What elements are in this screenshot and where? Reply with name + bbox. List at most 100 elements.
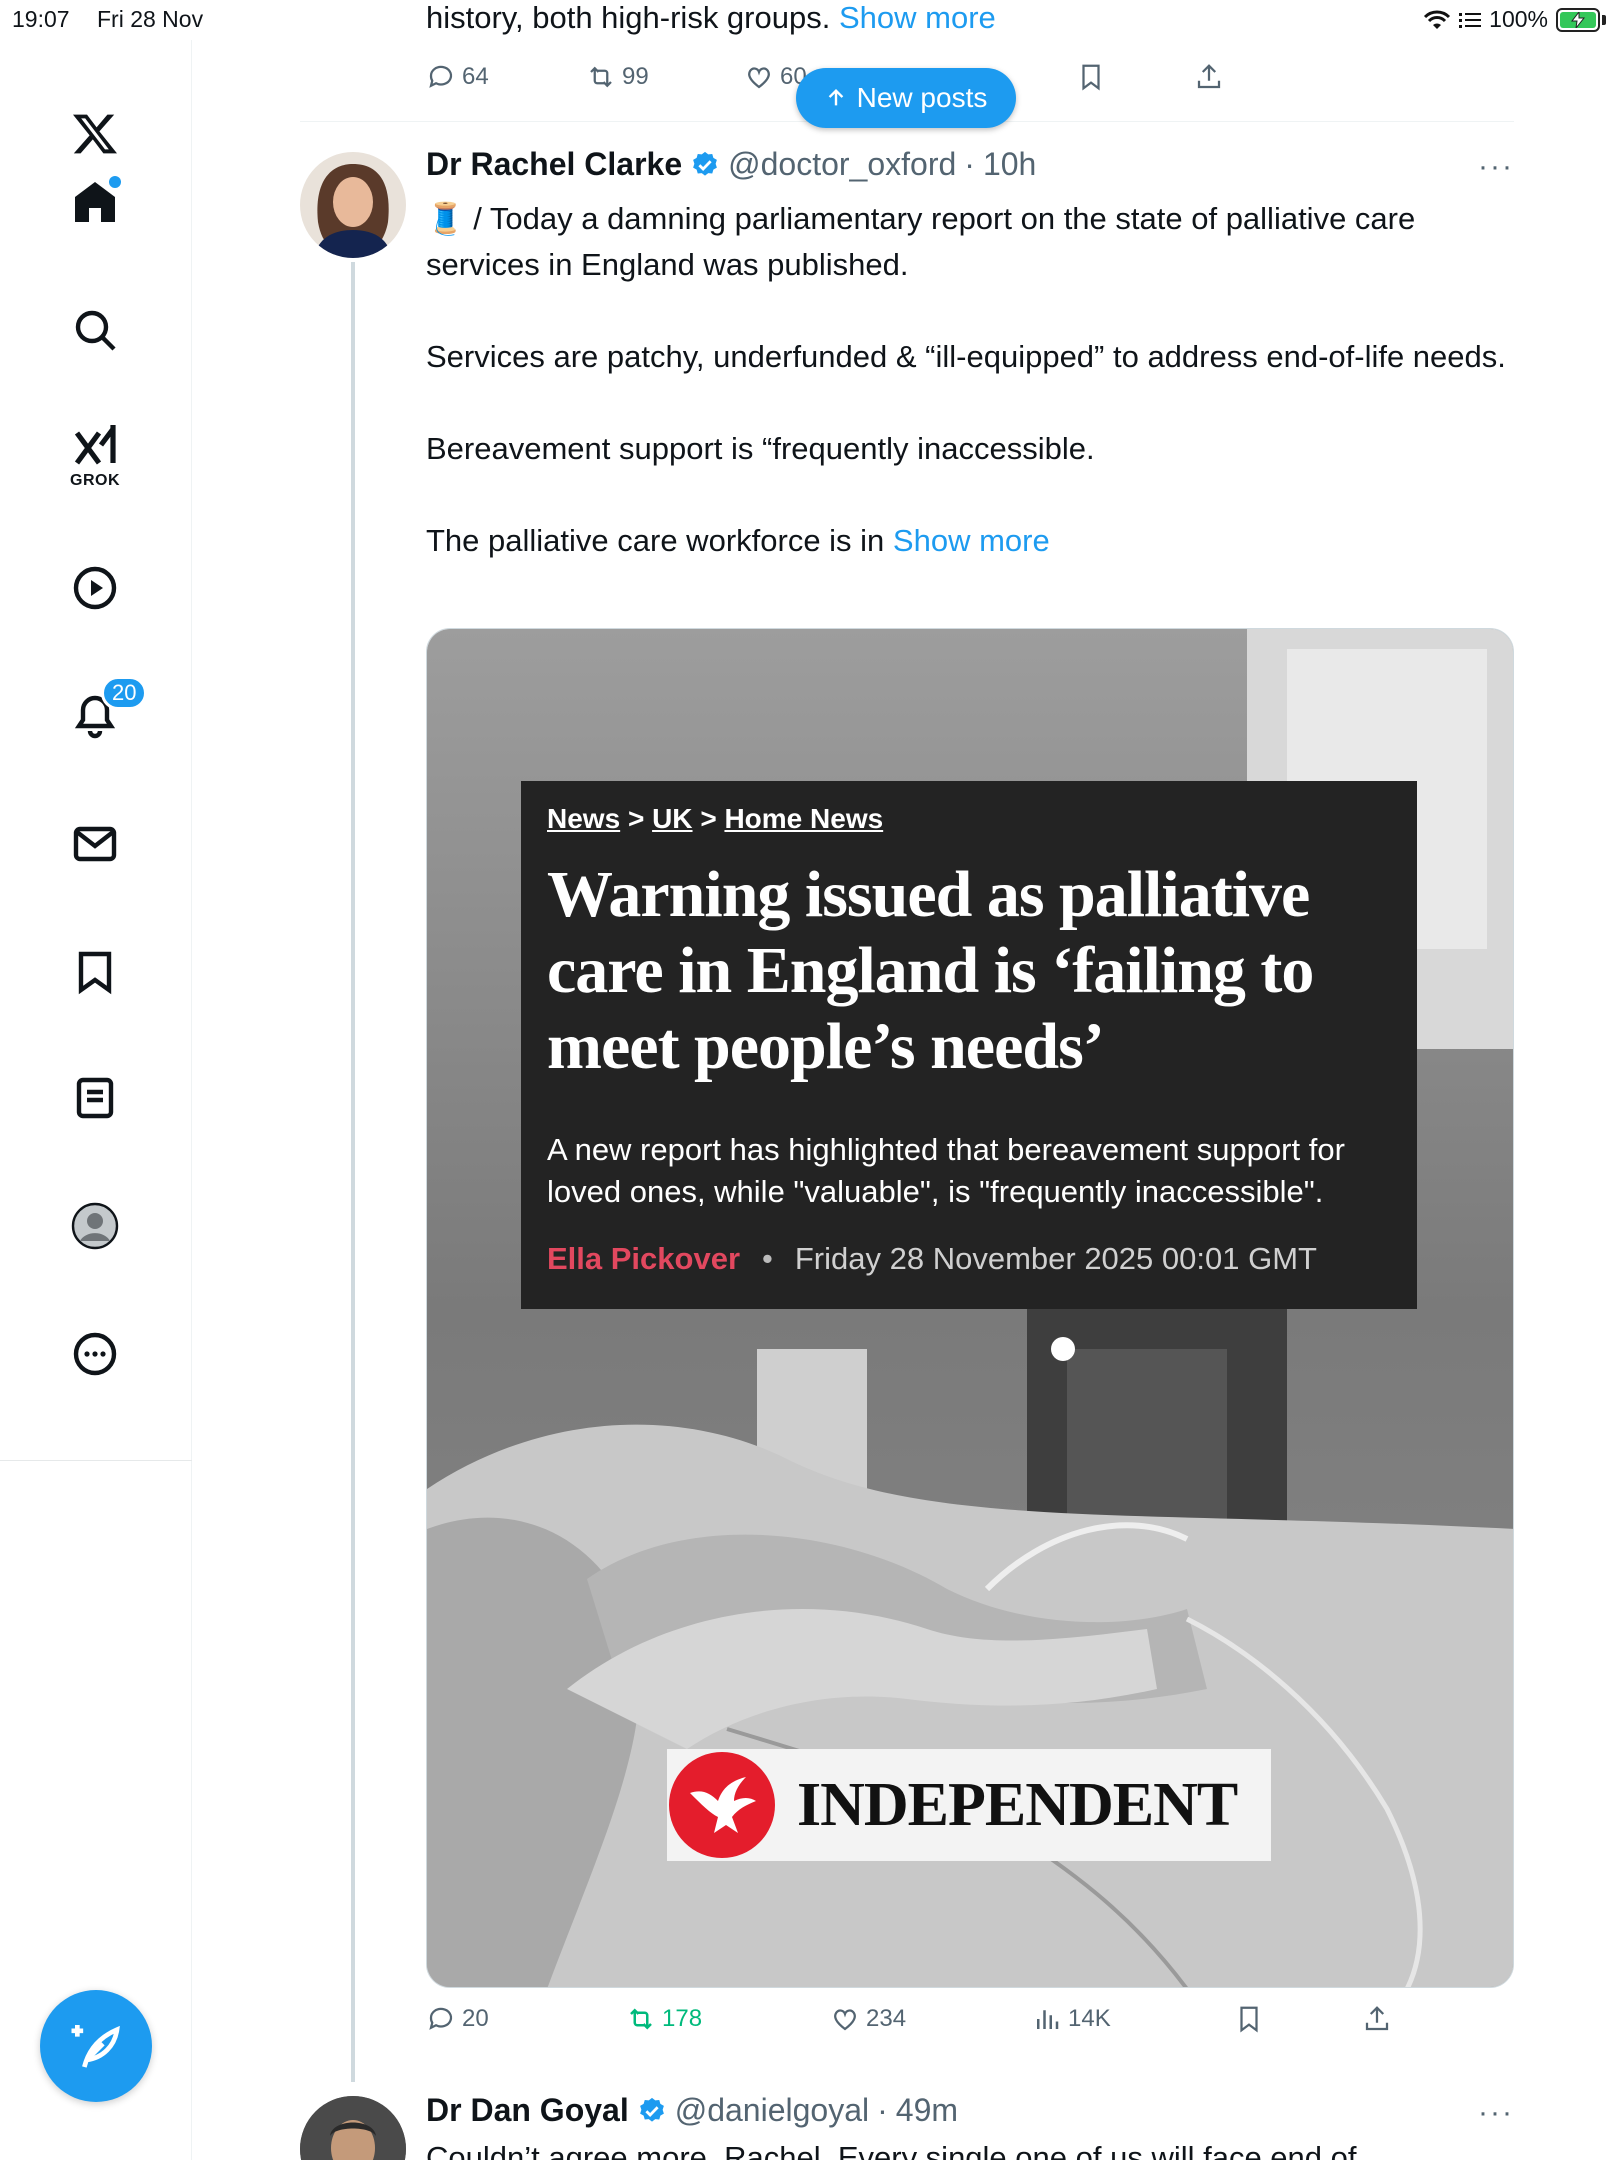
verified-badge-icon xyxy=(639,2097,664,2122)
like-count: 234 xyxy=(866,2005,907,2032)
grok-label: GROK xyxy=(70,472,120,489)
bookmark-icon xyxy=(1082,64,1100,91)
crumb-sep: > xyxy=(627,803,645,834)
reply-body: Couldn’t agree more, Rachel. Every singl… xyxy=(426,2140,1357,2160)
author-avatar[interactable] xyxy=(300,152,406,258)
share-button[interactable] xyxy=(1362,2004,1392,2034)
nav-more[interactable] xyxy=(51,1310,139,1398)
profile-avatar-icon xyxy=(71,1202,119,1250)
article-byline: Ella Pickover • Friday 28 November 2025 … xyxy=(547,1241,1391,1277)
nav-video[interactable] xyxy=(51,544,139,632)
nav-lists[interactable] xyxy=(51,1054,139,1142)
author-name[interactable]: Dr Rachel Clarke xyxy=(426,146,682,183)
views-count: 14K xyxy=(1068,2005,1111,2032)
reply-header: Dr Dan Goyal @danielgoyal · 49m xyxy=(426,2092,958,2129)
post-paragraph: 🧵 / Today a damning parliamentary report… xyxy=(426,201,1424,282)
nav-home[interactable] xyxy=(51,158,139,246)
header-dot: · xyxy=(964,146,975,182)
views-chart-icon xyxy=(1037,2010,1059,2029)
reply-author-handle[interactable]: @danielgoyal xyxy=(675,2092,869,2129)
share-icon xyxy=(1197,64,1221,89)
reply-button[interactable]: 20 xyxy=(426,2004,489,2034)
new-posts-label: New posts xyxy=(856,82,988,113)
previous-repost-button[interactable]: 99 xyxy=(586,62,649,92)
independent-logo-text: INDEPENDENT xyxy=(797,1770,1238,1839)
previous-repost-count: 99 xyxy=(622,63,649,90)
nav-explore[interactable] xyxy=(51,286,139,374)
repost-icon xyxy=(590,66,612,88)
post-paragraph-last: The palliative care workforce is in Show… xyxy=(426,518,1514,564)
x-logo-icon xyxy=(73,114,117,154)
article-subheadline: A new report has highlighted that bereav… xyxy=(547,1132,1345,1209)
post-more-button[interactable]: ··· xyxy=(1478,150,1514,184)
nav-profile[interactable] xyxy=(51,1182,139,1270)
previous-share-button[interactable] xyxy=(1194,62,1224,92)
post-actions: 20 178 234 14K xyxy=(426,2004,1514,2048)
post-paragraph: Services are patchy, underfunded & “ill-… xyxy=(426,339,1506,374)
reply-author-avatar[interactable] xyxy=(300,2096,406,2160)
crumb-uk: UK xyxy=(652,803,693,834)
reply-author-name[interactable]: Dr Dan Goyal xyxy=(426,2092,629,2129)
bookmark-button[interactable] xyxy=(1234,2004,1264,2034)
show-more-link[interactable]: Show more xyxy=(893,523,1050,558)
avatar-photo xyxy=(300,2096,406,2160)
crumb-home-news: Home News xyxy=(724,803,884,834)
post-header: Dr Rachel Clarke @doctor_oxford · 10h xyxy=(426,146,1036,183)
bookmark-icon xyxy=(1240,2006,1258,2033)
article-author: Ella Pickover xyxy=(547,1241,741,1276)
views-button[interactable]: 14K xyxy=(1032,2004,1111,2034)
previous-bookmark-button[interactable] xyxy=(1076,62,1106,92)
crumb-sep: > xyxy=(700,803,717,834)
home-unread-dot xyxy=(109,176,121,188)
heart-icon xyxy=(748,67,770,89)
author-handle[interactable]: @doctor_oxford xyxy=(728,146,956,183)
heart-icon xyxy=(834,2009,856,2031)
share-icon xyxy=(1365,2006,1389,2031)
thread-line xyxy=(351,262,355,2082)
play-icon xyxy=(73,566,117,610)
reply-count: 20 xyxy=(462,2005,489,2032)
nav-messages[interactable] xyxy=(51,800,139,888)
post-time[interactable]: 10h xyxy=(983,146,1036,183)
previous-post-show-more[interactable]: Show more xyxy=(839,0,996,35)
previous-post-text: history, both high-risk groups. Show mor… xyxy=(426,0,996,36)
repost-count: 178 xyxy=(662,2005,703,2032)
like-button[interactable]: 234 xyxy=(830,2004,906,2034)
repost-button[interactable]: 178 xyxy=(626,2004,702,2034)
grok-icon xyxy=(74,425,116,465)
header-dot: · xyxy=(877,2092,888,2128)
notifications-badge: 20 xyxy=(101,676,148,710)
battery-icon xyxy=(1556,7,1606,32)
new-posts-pill[interactable]: New posts xyxy=(796,68,1016,128)
previous-post-body: history, both high-risk groups. xyxy=(426,0,831,35)
previous-reply-button[interactable]: 64 xyxy=(426,62,489,92)
avatar-photo xyxy=(300,152,406,258)
arrow-up-icon xyxy=(828,88,843,106)
post-paragraph: Bereavement support is “frequently inacc… xyxy=(426,431,1095,466)
sidebar: GROK 20 xyxy=(0,40,192,2160)
crumb-news: News xyxy=(547,803,621,834)
article-date: Friday 28 November 2025 00:01 GMT xyxy=(794,1241,1317,1276)
article-headline-card: News > UK > Home News Warning issued as … xyxy=(521,781,1417,1309)
mail-icon xyxy=(73,826,117,862)
post-image[interactable]: News > UK > Home News Warning issued as … xyxy=(426,628,1514,1988)
byline-bullet: • xyxy=(762,1241,773,1276)
previous-reply-count: 64 xyxy=(462,63,489,90)
reply-icon xyxy=(429,65,453,88)
repost-icon xyxy=(630,2008,652,2030)
status-time: 19:07 xyxy=(12,6,70,32)
nav-bookmarks[interactable] xyxy=(51,928,139,1016)
status-date: Fri 28 Nov xyxy=(97,6,204,32)
bookmark-icon xyxy=(78,951,112,995)
nav-grok[interactable]: GROK xyxy=(51,410,139,498)
verified-badge-icon xyxy=(693,151,717,176)
independent-logo: INDEPENDENT xyxy=(667,1749,1271,1861)
nav-notifications[interactable]: 20 xyxy=(51,672,148,760)
reply-icon xyxy=(429,2007,453,2030)
article-headline: Warning issued as palliative care in Eng… xyxy=(547,858,1314,1083)
compose-post-button[interactable] xyxy=(40,1990,152,2102)
article-breadcrumb: News > UK > Home News xyxy=(547,803,1391,835)
reply-time[interactable]: 49m xyxy=(896,2092,958,2129)
search-icon xyxy=(75,310,116,351)
reply-more-button[interactable]: ··· xyxy=(1478,2096,1514,2130)
